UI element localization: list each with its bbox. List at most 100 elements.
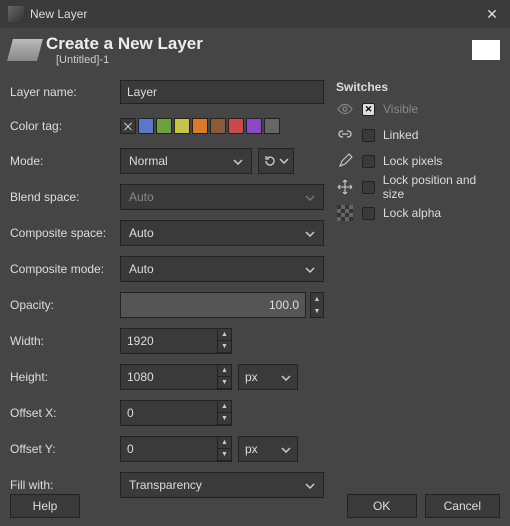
- height-label: Height:: [10, 370, 120, 384]
- mascot-icon: [472, 40, 500, 60]
- height-spinner[interactable]: ▲▼: [218, 364, 232, 390]
- dialog-header: Create a New Layer [Untitled]-1: [0, 28, 510, 76]
- chevron-down-icon: [305, 478, 315, 492]
- linked-label: Linked: [383, 128, 418, 142]
- offset-y-spinner[interactable]: ▲▼: [218, 436, 232, 462]
- spinner-down-icon[interactable]: ▼: [218, 341, 231, 353]
- chevron-down-icon: [305, 190, 315, 204]
- mode-reset-button[interactable]: [258, 148, 294, 174]
- composite-mode-select[interactable]: Auto: [120, 256, 324, 282]
- offset-x-label: Offset X:: [10, 406, 120, 420]
- offset-unit-select[interactable]: px: [238, 436, 298, 462]
- composite-mode-label: Composite mode:: [10, 262, 120, 276]
- spinner-down-icon[interactable]: ▼: [218, 377, 231, 389]
- link-icon: [336, 126, 354, 144]
- switch-linked-row: Linked: [336, 126, 500, 144]
- composite-space-select[interactable]: Auto: [120, 220, 324, 246]
- lock-position-label: Lock position and size: [383, 173, 500, 201]
- blend-space-label: Blend space:: [10, 190, 120, 204]
- composite-space-value: Auto: [129, 226, 154, 240]
- color-tag-red[interactable]: [228, 118, 244, 134]
- form-panel: Layer name: Color tag: Mode: Normal: [10, 80, 324, 508]
- color-tag-yellow[interactable]: [174, 118, 190, 134]
- linked-checkbox[interactable]: [362, 129, 375, 142]
- switch-lock-position-row: Lock position and size: [336, 178, 500, 196]
- color-tag-green[interactable]: [156, 118, 172, 134]
- switches-panel: Switches Visible Linked Lock pixels Lock…: [336, 80, 500, 508]
- height-input[interactable]: 1080: [120, 364, 218, 390]
- mode-value: Normal: [129, 154, 168, 168]
- switches-title: Switches: [336, 80, 500, 94]
- spinner-up-icon[interactable]: ▲: [218, 401, 231, 413]
- chevron-down-icon: [281, 370, 291, 384]
- alpha-icon: [336, 204, 354, 222]
- composite-mode-value: Auto: [129, 262, 154, 276]
- spinner-up-icon[interactable]: ▲: [311, 293, 323, 305]
- width-label: Width:: [10, 334, 120, 348]
- offset-y-label: Offset Y:: [10, 442, 120, 456]
- fill-with-value: Transparency: [129, 478, 202, 492]
- layer-name-input[interactable]: [120, 80, 324, 104]
- color-tag-brown[interactable]: [210, 118, 226, 134]
- dialog-subtitle: [Untitled]-1: [56, 54, 203, 66]
- color-tag-swatches: [120, 118, 280, 134]
- reset-icon: [263, 154, 277, 168]
- offset-x-input[interactable]: 0: [120, 400, 218, 426]
- spinner-up-icon[interactable]: ▲: [218, 329, 231, 341]
- spinner-up-icon[interactable]: ▲: [218, 437, 231, 449]
- chevron-down-icon: [281, 442, 291, 456]
- layer-icon: [7, 39, 43, 61]
- help-button[interactable]: Help: [10, 494, 80, 518]
- spinner-down-icon[interactable]: ▼: [218, 449, 231, 461]
- close-button[interactable]: ✕: [482, 6, 502, 23]
- lock-alpha-label: Lock alpha: [383, 206, 441, 220]
- visible-checkbox[interactable]: [362, 103, 375, 116]
- ok-button[interactable]: OK: [347, 494, 417, 518]
- opacity-slider[interactable]: 100.0: [120, 292, 306, 318]
- dialog-title: Create a New Layer: [46, 34, 203, 54]
- chevron-down-icon: [279, 158, 289, 164]
- color-tag-blue[interactable]: [138, 118, 154, 134]
- offset-y-input[interactable]: 0: [120, 436, 218, 462]
- composite-space-label: Composite space:: [10, 226, 120, 240]
- lock-pixels-label: Lock pixels: [383, 154, 442, 168]
- spinner-up-icon[interactable]: ▲: [218, 365, 231, 377]
- color-tag-gray[interactable]: [264, 118, 280, 134]
- brush-icon: [336, 152, 354, 170]
- size-unit-select[interactable]: px: [238, 364, 298, 390]
- mode-select[interactable]: Normal: [120, 148, 252, 174]
- chevron-down-icon: [233, 154, 243, 168]
- opacity-spinner[interactable]: ▲ ▼: [310, 292, 324, 318]
- spinner-down-icon[interactable]: ▼: [218, 413, 231, 425]
- color-tag-violet[interactable]: [246, 118, 262, 134]
- offset-x-spinner[interactable]: ▲▼: [218, 400, 232, 426]
- color-tag-label: Color tag:: [10, 119, 120, 133]
- fill-with-label: Fill with:: [10, 478, 120, 492]
- title-bar: New Layer ✕: [0, 0, 510, 28]
- app-icon: [8, 6, 24, 22]
- switch-visible-row: Visible: [336, 100, 500, 118]
- color-tag-none[interactable]: [120, 118, 136, 134]
- color-tag-orange[interactable]: [192, 118, 208, 134]
- move-icon: [336, 178, 354, 196]
- cancel-button[interactable]: Cancel: [425, 494, 500, 518]
- width-input[interactable]: 1920: [120, 328, 218, 354]
- switch-lock-pixels-row: Lock pixels: [336, 152, 500, 170]
- visible-label: Visible: [383, 102, 418, 116]
- opacity-value: 100.0: [269, 298, 305, 312]
- mode-label: Mode:: [10, 154, 120, 168]
- lock-alpha-checkbox[interactable]: [362, 207, 375, 220]
- blend-space-select: Auto: [120, 184, 324, 210]
- width-spinner[interactable]: ▲▼: [218, 328, 232, 354]
- layer-name-label: Layer name:: [10, 85, 120, 99]
- lock-pixels-checkbox[interactable]: [362, 155, 375, 168]
- eye-icon: [336, 100, 354, 118]
- switch-lock-alpha-row: Lock alpha: [336, 204, 500, 222]
- opacity-label: Opacity:: [10, 298, 120, 312]
- chevron-down-icon: [305, 262, 315, 276]
- spinner-down-icon[interactable]: ▼: [311, 305, 323, 317]
- dialog-footer: Help OK Cancel: [10, 494, 500, 518]
- lock-position-checkbox[interactable]: [362, 181, 375, 194]
- chevron-down-icon: [305, 226, 315, 240]
- window-title: New Layer: [30, 7, 482, 21]
